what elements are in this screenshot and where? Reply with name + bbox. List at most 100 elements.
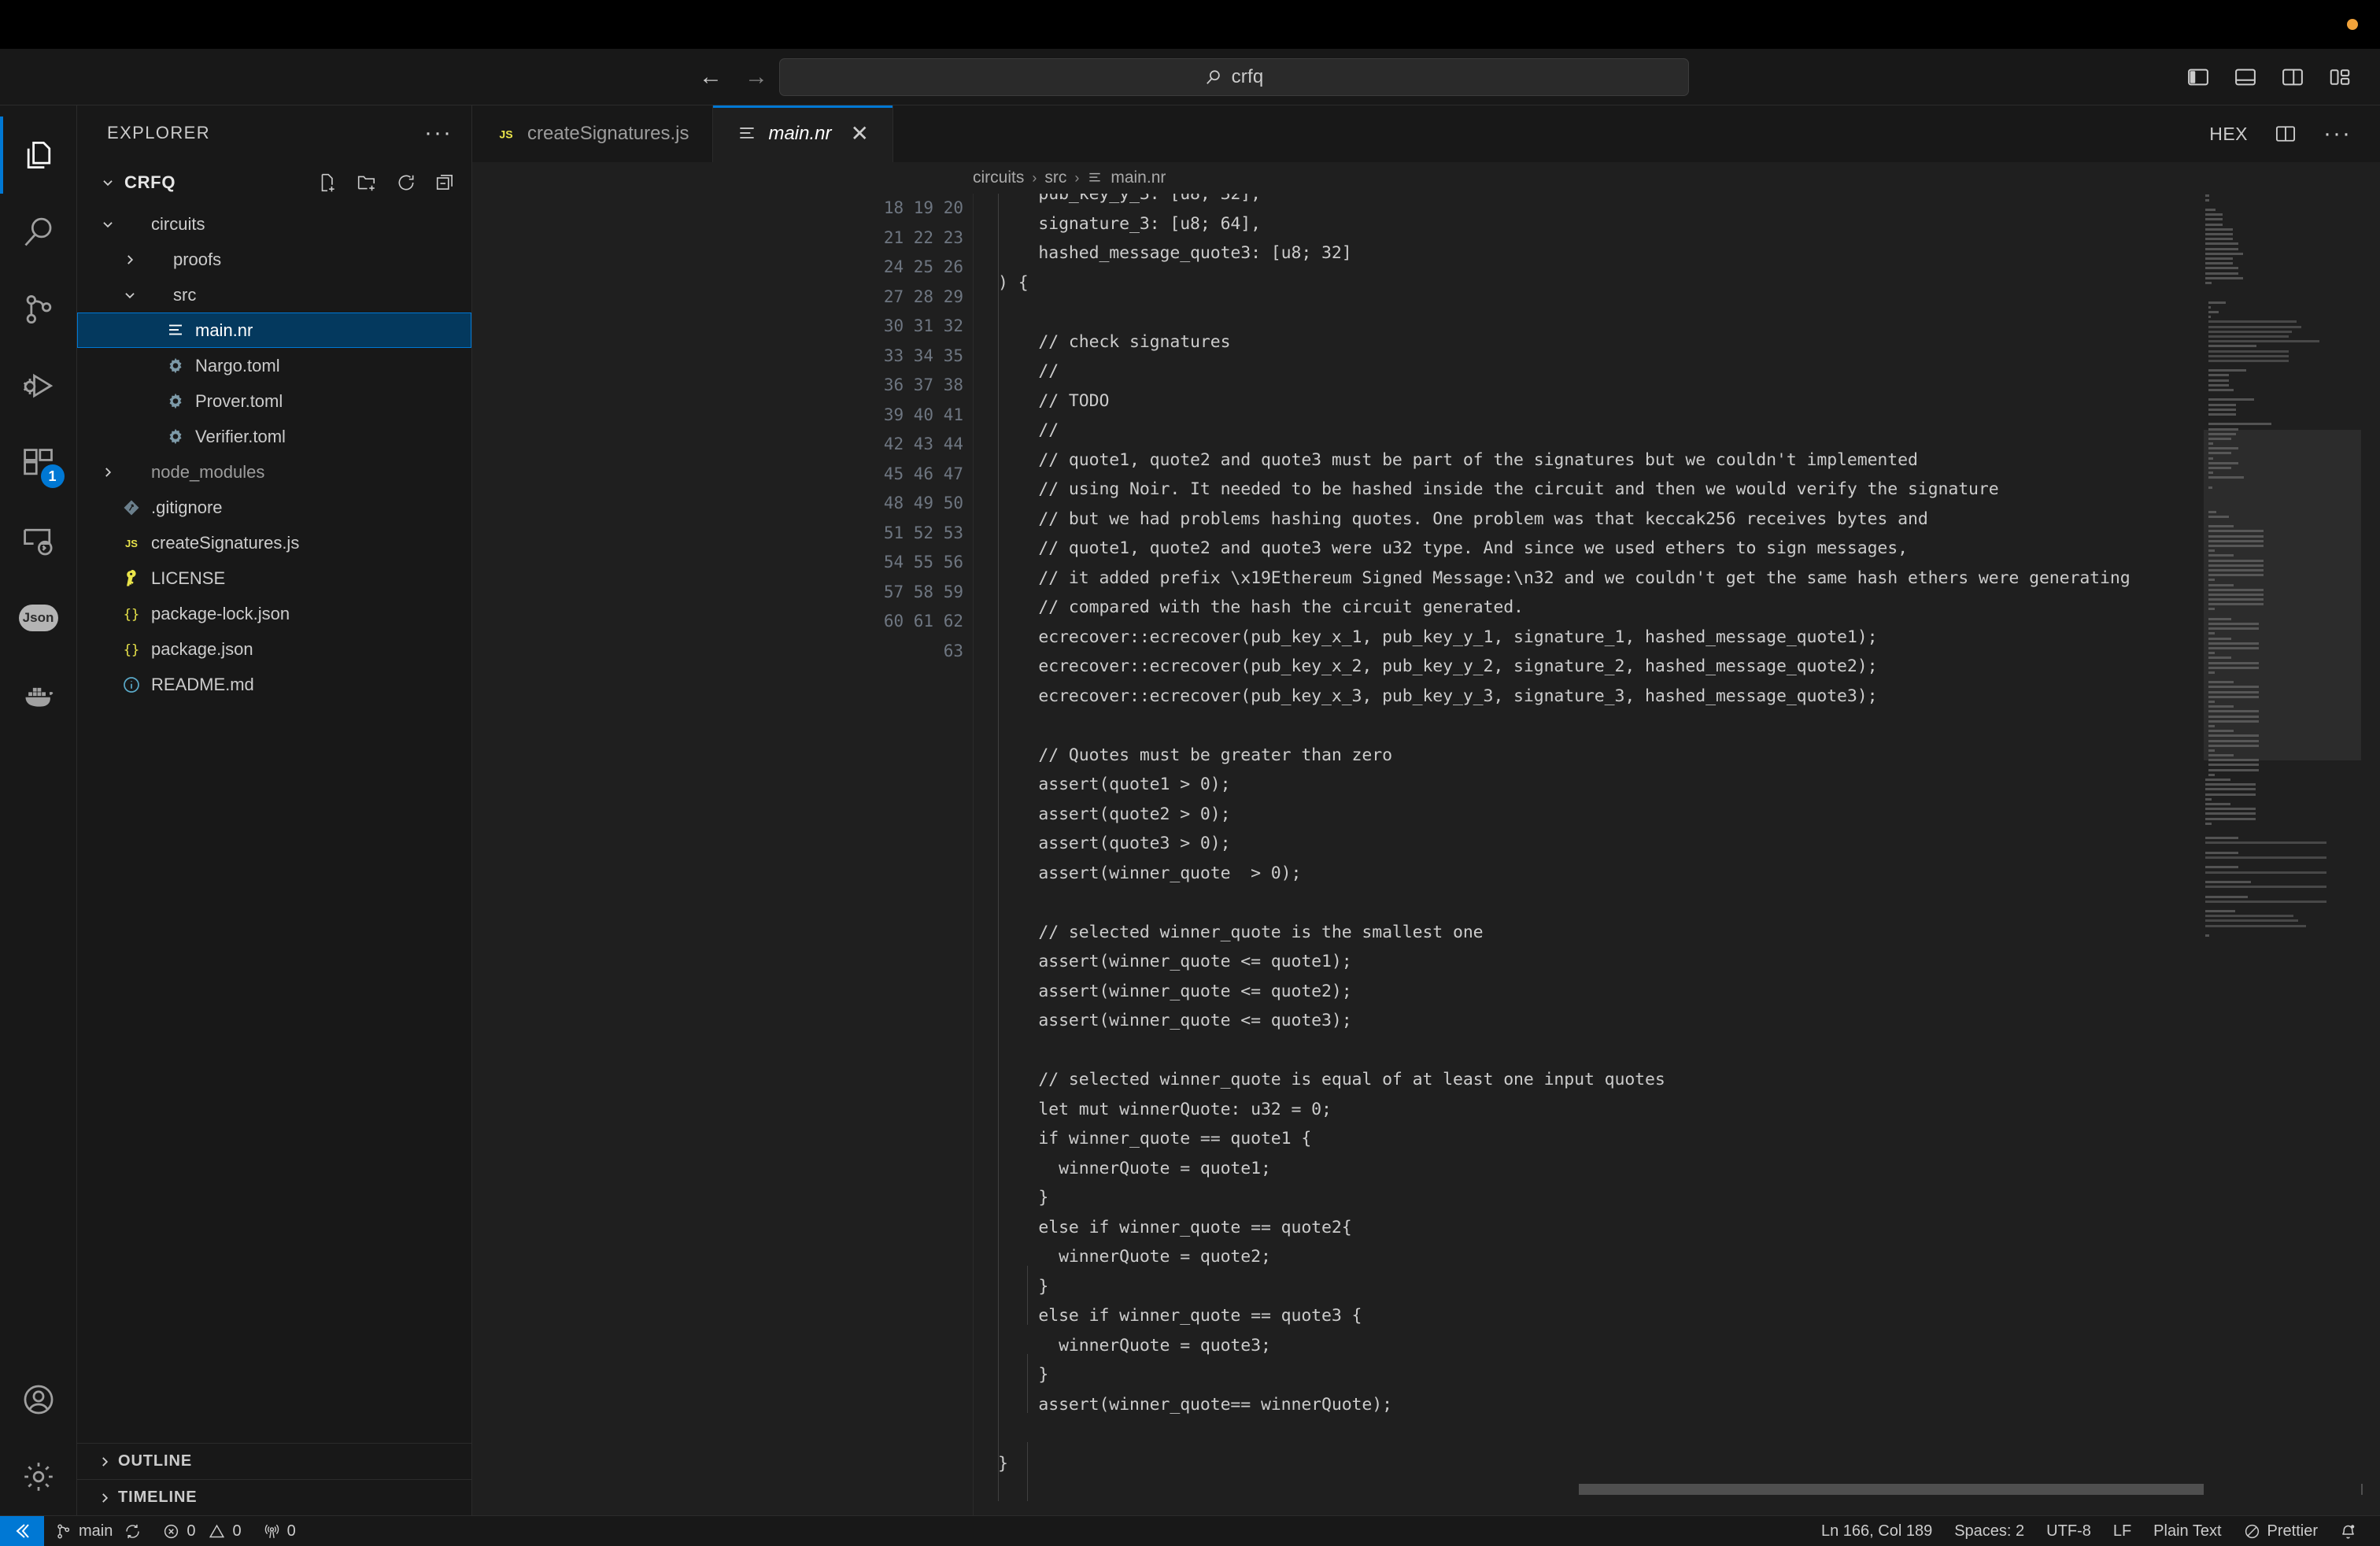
activitybar-item-remote-explorer[interactable] bbox=[0, 502, 77, 579]
minimap[interactable] bbox=[2204, 194, 2361, 1515]
sidebar-section-outline[interactable]: OUTLINE bbox=[77, 1443, 471, 1479]
tree-item-label: package.json bbox=[151, 638, 253, 659]
minimap-line bbox=[2204, 301, 2361, 304]
tree-item-label: main.nr bbox=[195, 320, 253, 340]
chevron-right-icon[interactable] bbox=[120, 253, 140, 267]
tree-item--gitignore[interactable]: .gitignore bbox=[77, 490, 471, 525]
tree-item-node-modules[interactable]: node_modules bbox=[77, 454, 471, 490]
status-cursor-position[interactable]: Ln 166, Col 189 bbox=[1810, 1516, 1943, 1546]
docker-icon bbox=[24, 687, 53, 707]
activitybar-item-search[interactable] bbox=[0, 194, 77, 271]
toggle-primary-sidebar-icon[interactable] bbox=[2186, 65, 2210, 89]
code-editor[interactable]: 18 19 20 21 22 23 24 25 26 27 28 29 30 3… bbox=[472, 194, 2380, 1515]
status-encoding[interactable]: UTF-8 bbox=[2035, 1516, 2102, 1546]
collapse-all-icon[interactable] bbox=[435, 172, 456, 193]
status-ports[interactable]: 0 bbox=[253, 1516, 307, 1546]
tree-item-proofs[interactable]: proofs bbox=[77, 242, 471, 277]
minimap-line bbox=[2204, 262, 2361, 265]
minimap-line bbox=[2204, 194, 2361, 197]
breadcrumb-item-circuits[interactable]: circuits bbox=[973, 168, 1024, 187]
chevron-right-icon bbox=[102, 1456, 109, 1466]
activitybar-item-accounts[interactable] bbox=[0, 1361, 77, 1438]
activitybar-item-explorer[interactable] bbox=[0, 117, 77, 194]
chevron-right-icon[interactable] bbox=[98, 465, 118, 479]
status-notifications[interactable] bbox=[2329, 1516, 2367, 1546]
os-title-strip bbox=[0, 0, 2380, 49]
status-formatter[interactable]: Prettier bbox=[2233, 1516, 2329, 1546]
tree-item-license[interactable]: LICENSE bbox=[77, 560, 471, 596]
tree-item-src[interactable]: src bbox=[77, 277, 471, 313]
close-icon[interactable]: ✕ bbox=[850, 123, 868, 145]
tree-item-label: .gitignore bbox=[151, 497, 223, 517]
activitybar-item-source-control[interactable] bbox=[0, 271, 77, 348]
tree-item-circuits[interactable]: circuits bbox=[77, 206, 471, 242]
tree-item-package-lock-json[interactable]: {} package-lock.json bbox=[77, 596, 471, 631]
status-branch[interactable]: main bbox=[44, 1516, 152, 1546]
tree-item-package-json[interactable]: {} package.json bbox=[77, 631, 471, 667]
minimap-line bbox=[2204, 886, 2361, 889]
tab-createSignatures-js[interactable]: JS createSignatures.js bbox=[472, 105, 714, 162]
tree-item-prover-toml[interactable]: Prover.toml bbox=[77, 383, 471, 419]
status-problems[interactable]: 0 0 bbox=[152, 1516, 252, 1546]
tree-item-readme-md[interactable]: README.md bbox=[77, 667, 471, 702]
breadcrumb-item-src[interactable]: src bbox=[1044, 168, 1066, 187]
files-icon bbox=[27, 142, 50, 168]
activitybar-item-json-crack[interactable]: Json bbox=[0, 579, 77, 656]
minimap-line bbox=[2204, 350, 2361, 353]
tab-label: createSignatures.js bbox=[527, 123, 689, 144]
tree-item-createsignatures-js[interactable]: JS createSignatures.js bbox=[77, 525, 471, 560]
indent-guide bbox=[1027, 1354, 1028, 1413]
tree-item-label: package-lock.json bbox=[151, 603, 290, 623]
status-eol[interactable]: LF bbox=[2102, 1516, 2142, 1546]
status-indentation[interactable]: Spaces: 2 bbox=[1943, 1516, 2035, 1546]
activitybar-item-run-and-debug[interactable] bbox=[0, 348, 77, 425]
editor-more-actions-icon[interactable]: ··· bbox=[2323, 122, 2352, 146]
chevron-down-icon[interactable] bbox=[120, 288, 140, 302]
minimap-line bbox=[2204, 408, 2361, 411]
key-icon bbox=[118, 569, 145, 588]
new-folder-icon[interactable] bbox=[357, 172, 377, 193]
chevron-down-icon[interactable] bbox=[98, 217, 118, 231]
toggle-secondary-sidebar-icon[interactable] bbox=[2281, 65, 2304, 89]
gear-icon bbox=[162, 427, 189, 446]
minimap-line bbox=[2204, 890, 2361, 893]
customize-layout-icon[interactable] bbox=[2328, 65, 2352, 89]
activitybar-item-extensions[interactable]: 1 bbox=[0, 425, 77, 502]
tree-item-nargo-toml[interactable]: Nargo.toml bbox=[77, 348, 471, 383]
minimap-line bbox=[2204, 242, 2361, 246]
activitybar-item-docker[interactable] bbox=[0, 656, 77, 734]
refresh-icon[interactable] bbox=[396, 172, 416, 193]
go-forward-icon[interactable]: → bbox=[745, 65, 768, 89]
quick-open-input[interactable]: crfq bbox=[779, 57, 1689, 96]
tab-main-nr[interactable]: main.nr ✕ bbox=[713, 105, 893, 162]
breadcrumb-item-main-nr[interactable]: main.nr bbox=[1111, 168, 1166, 187]
tree-item-main-nr[interactable]: main.nr bbox=[77, 313, 471, 348]
account-icon bbox=[24, 1385, 53, 1415]
status-language-mode[interactable]: Plain Text bbox=[2142, 1516, 2232, 1546]
svg-text:{}: {} bbox=[124, 642, 139, 658]
toggle-panel-icon[interactable] bbox=[2234, 65, 2257, 89]
gutter-spacer: 18 19 20 21 22 23 24 25 26 27 28 29 30 3… bbox=[472, 194, 973, 1515]
workspace-name: CRFQ bbox=[124, 172, 176, 192]
activitybar-item-manage[interactable] bbox=[0, 1438, 77, 1515]
split-editor-icon[interactable] bbox=[2275, 123, 2297, 145]
vertical-scrollbar[interactable] bbox=[2363, 194, 2380, 1515]
minimap-line bbox=[2204, 374, 2361, 377]
warning-icon bbox=[209, 1524, 225, 1537]
minimap-line bbox=[2204, 296, 2361, 299]
minimap-line bbox=[2204, 915, 2361, 918]
window-status-dot bbox=[2347, 19, 2358, 30]
hex-editor-button[interactable]: HEX bbox=[2209, 124, 2248, 145]
minimap-line bbox=[2204, 330, 2361, 333]
go-back-icon[interactable]: ← bbox=[699, 65, 722, 89]
new-file-icon[interactable] bbox=[317, 172, 338, 193]
sidebar-section-timeline[interactable]: TIMELINE bbox=[77, 1479, 471, 1515]
workspace-root-row[interactable]: CRFQ bbox=[77, 161, 471, 205]
code-content[interactable]: pub_key_y_3: [u8; 32], signature_3: [u8;… bbox=[973, 194, 2380, 1501]
sidebar-more-actions-icon[interactable]: ··· bbox=[424, 121, 453, 145]
tree-item-verifier-toml[interactable]: Verifier.toml bbox=[77, 419, 471, 454]
chevron-down-icon[interactable] bbox=[98, 176, 118, 190]
remote-window-button[interactable] bbox=[0, 1515, 44, 1546]
vscode-window: ← → crfq 1 Json EXPLORER ··· CRFQ circui… bbox=[0, 0, 2380, 1546]
status-encoding-label: UTF-8 bbox=[2046, 1522, 2091, 1540]
